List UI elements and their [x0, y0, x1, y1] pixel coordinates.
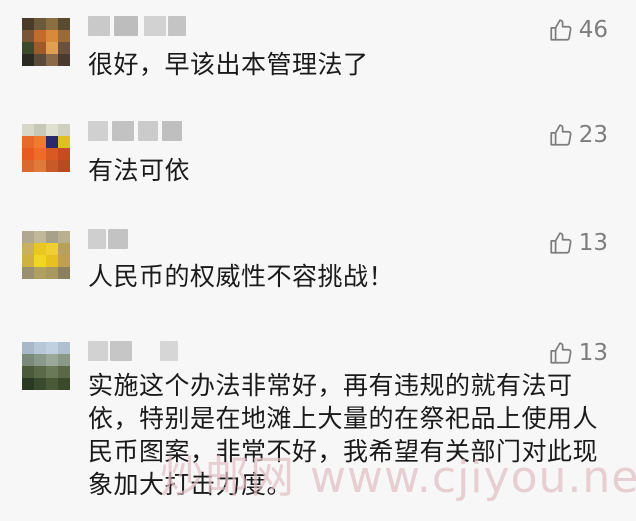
like-button[interactable]: 23	[548, 119, 608, 151]
avatar-pixel	[58, 354, 70, 366]
avatar-pixel	[58, 231, 70, 243]
avatar-pixel	[34, 124, 46, 136]
avatar-pixel	[22, 148, 34, 160]
like-count: 23	[578, 122, 608, 148]
avatar-pixel	[46, 366, 58, 378]
avatar-pixel	[58, 30, 70, 42]
avatar-pixel	[58, 243, 70, 255]
avatar-pixel	[22, 160, 34, 172]
avatar-pixel	[34, 54, 46, 66]
avatar-pixel	[46, 42, 58, 54]
avatar-pixel	[58, 255, 70, 267]
avatar[interactable]	[22, 18, 70, 66]
thumbs-up-icon	[550, 19, 572, 41]
comment-text: 有法可依	[88, 156, 191, 185]
avatar-pixel	[34, 366, 46, 378]
avatar-pixel	[22, 30, 34, 42]
avatar-pixel	[34, 42, 46, 54]
avatar-pixel	[34, 160, 46, 172]
avatar-pixel	[58, 160, 70, 172]
avatar-pixel	[46, 255, 58, 267]
avatar-pixel	[22, 378, 34, 390]
avatar-pixel	[22, 342, 34, 354]
avatar-pixel	[58, 42, 70, 54]
avatar-pixel	[22, 354, 34, 366]
avatar-pixel	[22, 243, 34, 255]
thumbs-up-icon	[550, 342, 572, 364]
avatar-pixel	[22, 124, 34, 136]
avatar-pixel	[58, 136, 70, 148]
avatar-pixel	[46, 136, 58, 148]
avatar[interactable]	[22, 342, 70, 390]
avatar-pixel	[46, 124, 58, 136]
avatar-pixel	[58, 148, 70, 160]
avatar-pixel	[46, 354, 58, 366]
avatar-pixel	[34, 136, 46, 148]
avatar-pixel	[22, 231, 34, 243]
avatar-pixel	[22, 18, 34, 30]
avatar-pixel	[46, 148, 58, 160]
avatar-pixel	[34, 354, 46, 366]
avatar-pixel	[34, 18, 46, 30]
avatar-pixel	[46, 342, 58, 354]
avatar-pixel	[58, 378, 70, 390]
avatar-pixel	[22, 136, 34, 148]
avatar-pixel	[58, 124, 70, 136]
avatar-pixel	[46, 243, 58, 255]
avatar-pixel	[34, 231, 46, 243]
avatar-pixel	[34, 148, 46, 160]
avatar-pixel	[22, 42, 34, 54]
avatar-pixel	[58, 54, 70, 66]
avatar-pixel	[58, 267, 70, 279]
avatar-pixel	[58, 366, 70, 378]
avatar-pixel	[34, 255, 46, 267]
thumbs-up-icon	[550, 124, 572, 146]
site-watermark: 炒邮网 www.cjiyou.net	[160, 452, 636, 503]
avatar-pixel	[58, 18, 70, 30]
avatar[interactable]	[22, 231, 70, 279]
thumbs-up-icon	[550, 232, 572, 254]
like-count: 46	[578, 17, 608, 43]
avatar-pixel	[34, 378, 46, 390]
avatar-pixel	[34, 243, 46, 255]
comment-text: 人民币的权威性不容挑战！	[88, 262, 395, 291]
like-button[interactable]: 13	[548, 337, 608, 369]
like-count: 13	[578, 230, 608, 256]
avatar-pixel	[22, 255, 34, 267]
avatar-pixel	[58, 342, 70, 354]
avatar-pixel	[22, 267, 34, 279]
avatar-pixel	[22, 54, 34, 66]
like-button[interactable]: 46	[548, 14, 608, 46]
like-button[interactable]: 13	[548, 227, 608, 259]
avatar-pixel	[46, 160, 58, 172]
avatar-pixel	[34, 267, 46, 279]
avatar[interactable]	[22, 124, 70, 172]
avatar-pixel	[46, 30, 58, 42]
avatar-pixel	[34, 30, 46, 42]
avatar-pixel	[22, 366, 34, 378]
comment-text: 很好，早该出本管理法了	[88, 50, 369, 79]
avatar-pixel	[46, 54, 58, 66]
avatar-pixel	[46, 231, 58, 243]
avatar-pixel	[46, 378, 58, 390]
avatar-pixel	[46, 267, 58, 279]
like-count: 13	[578, 340, 608, 366]
avatar-pixel	[34, 342, 46, 354]
avatar-pixel	[46, 18, 58, 30]
